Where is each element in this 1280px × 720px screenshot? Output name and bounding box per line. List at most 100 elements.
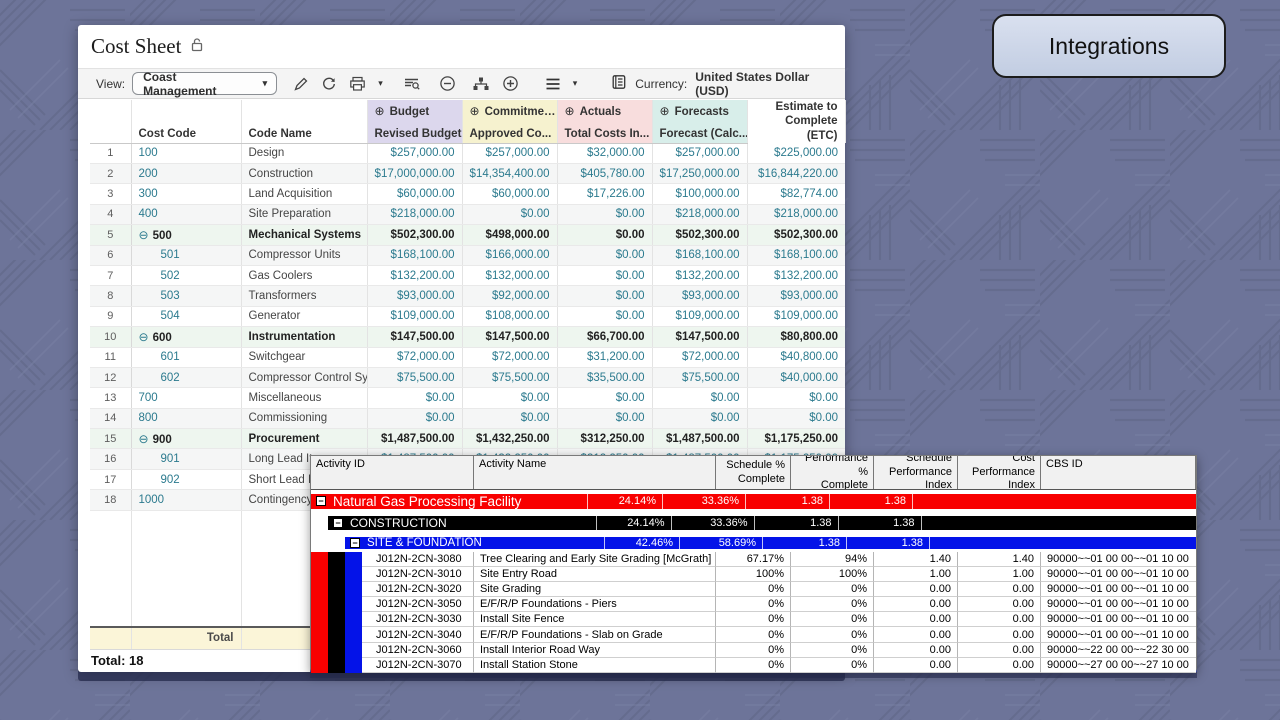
activity-name-cell[interactable]: Site Entry Road [474, 567, 716, 582]
activity-value-cell[interactable]: 1.00 [874, 567, 958, 582]
cost-value-cell[interactable]: $166,000.00 [462, 245, 557, 265]
cost-value-cell[interactable]: $0.00 [557, 245, 652, 265]
cost-value-cell[interactable]: $0.00 [462, 204, 557, 224]
cost-value-cell[interactable]: $17,226.00 [557, 184, 652, 204]
cost-value-cell[interactable]: $108,000.00 [462, 306, 557, 326]
cost-code-cell[interactable]: 901 [131, 449, 241, 469]
activity-name-cell[interactable]: Tree Clearing and Early Site Grading [Mc… [474, 552, 716, 567]
collapse-row-icon[interactable]: ⊖ [139, 432, 149, 446]
column-header-revised-budget[interactable]: Revised Budget [367, 122, 462, 144]
column-header-forecast[interactable]: Forecast (Calc... [652, 122, 747, 144]
activity-name-cell[interactable]: Site Grading [474, 582, 716, 597]
cost-value-cell[interactable]: $40,800.00 [747, 347, 845, 367]
cost-row[interactable]: 13700Miscellaneous$0.00$0.00$0.00$0.00$0… [90, 388, 845, 408]
code-name-cell[interactable]: Site Preparation [241, 204, 367, 224]
cost-value-cell[interactable]: $1,487,500.00 [652, 429, 747, 449]
collapse-all-button[interactable] [433, 72, 462, 95]
activity-value-cell[interactable]: 0.00 [874, 643, 958, 658]
cost-value-cell[interactable]: $0.00 [462, 408, 557, 428]
cost-value-cell[interactable]: $17,250,000.00 [652, 164, 747, 184]
edit-button[interactable] [287, 73, 315, 95]
code-name-cell[interactable]: Transformers [241, 286, 367, 306]
activity-value-cell[interactable]: 1.40 [874, 552, 958, 567]
activity-value-cell[interactable]: 100% [791, 567, 874, 582]
integrations-card[interactable]: Integrations [992, 14, 1226, 78]
activity-value-cell[interactable]: 0.00 [874, 627, 958, 642]
activity-value-cell[interactable]: 0.00 [958, 582, 1041, 597]
cost-value-cell[interactable]: $147,500.00 [462, 327, 557, 347]
cost-row[interactable]: 6501Compressor Units$168,100.00$166,000.… [90, 245, 845, 265]
activity-value-cell[interactable]: 0% [791, 612, 874, 627]
cost-value-cell[interactable]: $66,700.00 [557, 327, 652, 347]
cost-value-cell[interactable]: $225,000.00 [747, 143, 845, 163]
cost-row[interactable]: 3300Land Acquisition$60,000.00$60,000.00… [90, 184, 845, 204]
activity-value-cell[interactable]: 0.00 [958, 612, 1041, 627]
collapse-row-icon[interactable]: ⊖ [139, 228, 149, 242]
cost-value-cell[interactable]: $75,500.00 [367, 367, 462, 387]
column-header-code-name[interactable]: Code Name [241, 122, 367, 144]
code-name-cell[interactable]: Compressor Control Sy... [241, 367, 367, 387]
cost-value-cell[interactable]: $31,200.00 [557, 347, 652, 367]
cost-value-cell[interactable]: $0.00 [367, 388, 462, 408]
code-name-cell[interactable]: Commissioning [241, 408, 367, 428]
activity-value-cell[interactable]: 0.00 [874, 582, 958, 597]
activity-value-cell[interactable]: 0% [716, 627, 791, 642]
activity-value-cell[interactable]: 0% [791, 627, 874, 642]
cost-value-cell[interactable]: $132,200.00 [652, 265, 747, 285]
cost-value-cell[interactable]: $16,844,220.00 [747, 164, 845, 184]
cost-row[interactable]: 9504Generator$109,000.00$108,000.00$0.00… [90, 306, 845, 326]
column-header-approved[interactable]: Approved Co... [462, 122, 557, 144]
column-header-performance-pct[interactable]: Performance % Complete [791, 456, 874, 489]
column-header-total-costs[interactable]: Total Costs In... [557, 122, 652, 144]
expand-all-button[interactable] [496, 72, 525, 95]
collapse-group-icon[interactable]: − [333, 518, 343, 528]
activity-value-cell[interactable]: 100% [716, 567, 791, 582]
cost-value-cell[interactable]: $40,000.00 [747, 367, 845, 387]
cost-value-cell[interactable]: $312,250.00 [557, 429, 652, 449]
cost-value-cell[interactable]: $0.00 [462, 388, 557, 408]
cost-value-cell[interactable]: $72,000.00 [367, 347, 462, 367]
expand-group-icon[interactable]: ⊕ [375, 104, 385, 118]
cost-code-cell[interactable]: ⊖500 [131, 225, 241, 245]
code-name-cell[interactable]: Instrumentation [241, 327, 367, 347]
cost-value-cell[interactable]: $502,300.00 [652, 225, 747, 245]
cost-value-cell[interactable]: $0.00 [557, 265, 652, 285]
cost-value-cell[interactable]: $75,500.00 [462, 367, 557, 387]
cost-value-cell[interactable]: $82,774.00 [747, 184, 845, 204]
cost-code-cell[interactable]: 902 [131, 469, 241, 489]
column-header-cbs-id[interactable]: CBS ID [1041, 456, 1196, 489]
cost-value-cell[interactable]: $502,300.00 [367, 225, 462, 245]
filter-search-button[interactable] [397, 73, 427, 95]
activity-value-cell[interactable]: 0.00 [874, 612, 958, 627]
activity-name-cell[interactable]: E/F/R/P Foundations - Slab on Grade [474, 627, 716, 642]
cost-row[interactable]: 11601Switchgear$72,000.00$72,000.00$31,2… [90, 347, 845, 367]
column-header-schedule-pct[interactable]: Schedule % Complete [716, 456, 791, 489]
cost-value-cell[interactable]: $109,000.00 [652, 306, 747, 326]
menu-button[interactable] [539, 74, 567, 94]
activity-id-cell[interactable]: J012N-2CN-3070 [362, 658, 474, 673]
expand-group-icon[interactable]: ⊕ [470, 104, 480, 118]
cost-value-cell[interactable]: $1,175,250.00 [747, 429, 845, 449]
activity-cbs-cell[interactable]: 90000~~27 00 00~~27 10 00 [1041, 658, 1196, 673]
cost-row[interactable]: 4400Site Preparation$218,000.00$0.00$0.0… [90, 204, 845, 224]
collapse-group-icon[interactable]: − [316, 496, 326, 506]
code-name-cell[interactable]: Compressor Units [241, 245, 367, 265]
activity-id-cell[interactable]: J012N-2CN-3010 [362, 567, 474, 582]
activity-value-cell[interactable]: 0% [716, 612, 791, 627]
cost-value-cell[interactable]: $75,500.00 [652, 367, 747, 387]
activity-row[interactable]: J012N-2CN-3080Tree Clearing and Early Si… [311, 552, 1196, 567]
column-group-commitments[interactable]: ⊕Commitme… [462, 100, 557, 122]
cost-code-cell[interactable]: 501 [131, 245, 241, 265]
cost-row[interactable]: 8503Transformers$93,000.00$92,000.00$0.0… [90, 286, 845, 306]
collapse-group-icon[interactable]: − [350, 538, 360, 548]
code-name-cell[interactable]: Mechanical Systems [241, 225, 367, 245]
cost-value-cell[interactable]: $218,000.00 [367, 204, 462, 224]
cost-value-cell[interactable]: $132,200.00 [747, 265, 845, 285]
code-name-cell[interactable]: Switchgear [241, 347, 367, 367]
activity-value-cell[interactable]: 0.00 [958, 597, 1041, 612]
cost-value-cell[interactable]: $132,200.00 [367, 265, 462, 285]
cost-value-cell[interactable]: $218,000.00 [747, 204, 845, 224]
activity-row[interactable]: J012N-2CN-3050E/F/R/P Foundations - Pier… [311, 597, 1196, 612]
activity-cbs-cell[interactable]: 90000~~01 00 00~~01 10 00 [1041, 552, 1196, 567]
activity-value-cell[interactable]: 0% [716, 582, 791, 597]
